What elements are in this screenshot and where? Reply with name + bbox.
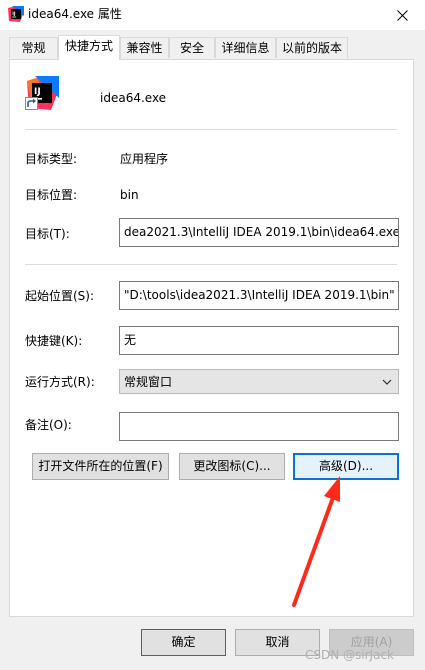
target-label: 目标(T): (25, 227, 70, 241)
run-select[interactable]: 常规窗口 (119, 369, 399, 394)
tab-shortcut[interactable]: 快捷方式 (58, 35, 120, 60)
svg-text:IJ: IJ (12, 11, 16, 17)
target-input[interactable]: dea2021.3\IntelliJ IDEA 2019.1\bin\idea6… (119, 218, 399, 247)
change-icon-button[interactable]: 更改图标(C)... (179, 453, 285, 480)
close-button[interactable] (380, 0, 425, 30)
tab-previous-versions[interactable]: 以前的版本 (276, 37, 348, 58)
close-icon (397, 9, 408, 21)
comment-input[interactable] (119, 412, 399, 441)
divider (25, 129, 397, 130)
target-type-label: 目标类型: (25, 152, 78, 166)
target-location-label: 目标位置: (25, 188, 78, 202)
tab-compatibility[interactable]: 兼容性 (120, 37, 169, 58)
tab-general[interactable]: 常规 (9, 37, 58, 58)
svg-text:IJ: IJ (34, 87, 41, 97)
chevron-down-icon (382, 379, 392, 385)
open-file-location-button[interactable]: 打开文件所在的位置(F) (32, 453, 169, 480)
tab-details[interactable]: 详细信息 (215, 37, 276, 58)
annotation-arrow (292, 476, 340, 607)
hotkey-label: 快捷键(K): (25, 334, 83, 348)
target-location-value: bin (120, 188, 139, 202)
ok-button[interactable]: 确定 (141, 629, 226, 656)
start-in-input[interactable]: "D:\tools\idea2021.3\IntelliJ IDEA 2019.… (119, 281, 399, 310)
intellij-idea-icon: IJ (25, 76, 59, 110)
app-icon: IJ (8, 6, 24, 22)
target-type-value: 应用程序 (120, 152, 169, 166)
run-select-value: 常规窗口 (124, 375, 173, 389)
run-label: 运行方式(R): (25, 375, 95, 389)
tab-security[interactable]: 安全 (169, 37, 215, 58)
shortcut-name: idea64.exe (100, 91, 167, 105)
start-in-label: 起始位置(S): (25, 289, 95, 303)
window-title: idea64.exe 属性 (28, 7, 122, 21)
watermark: CSDN @sirJack (305, 648, 394, 662)
comment-label: 备注(O): (25, 418, 72, 432)
hotkey-input[interactable]: 无 (119, 326, 399, 355)
divider (25, 264, 397, 265)
